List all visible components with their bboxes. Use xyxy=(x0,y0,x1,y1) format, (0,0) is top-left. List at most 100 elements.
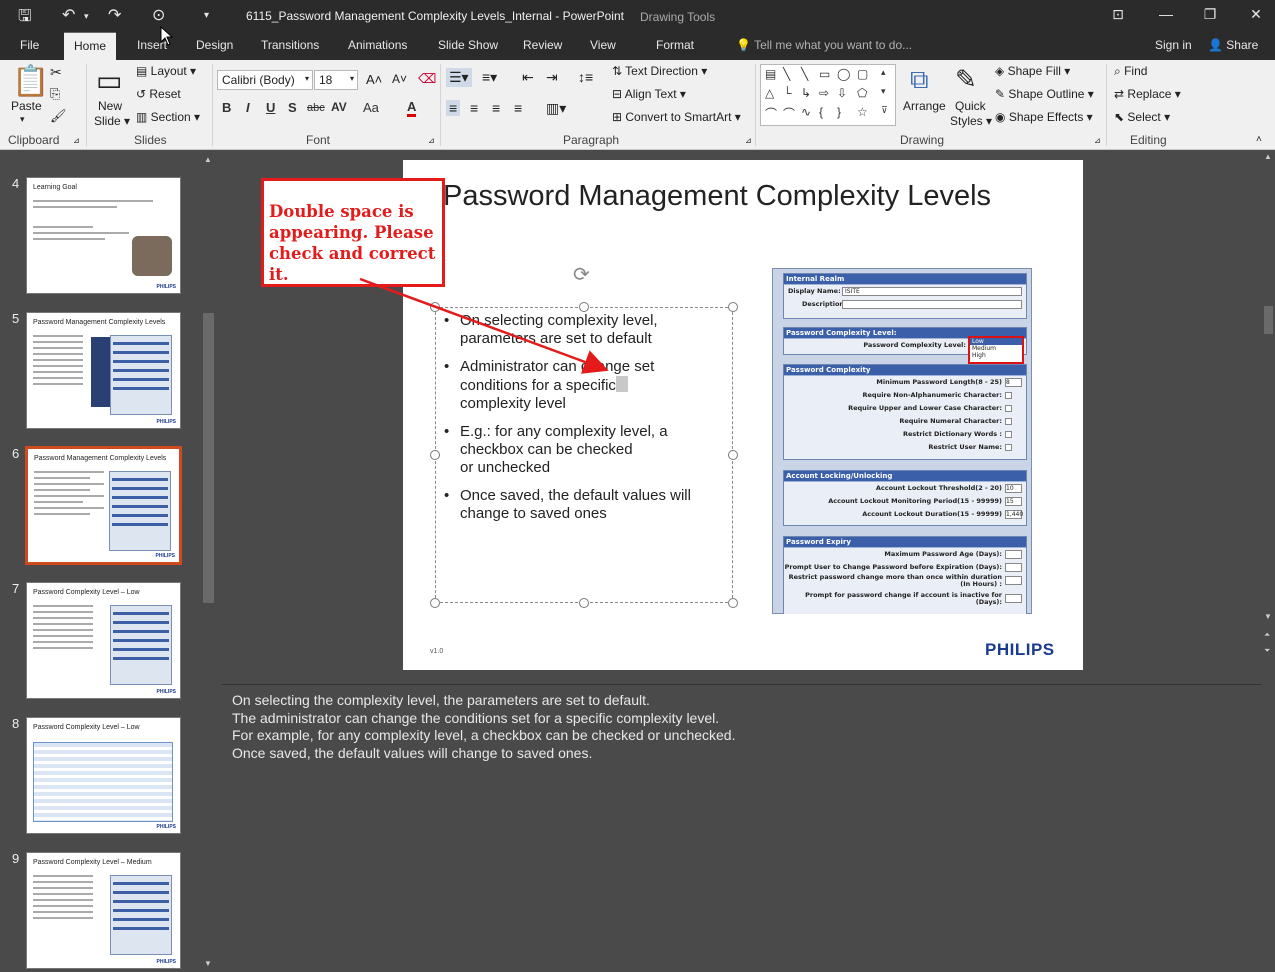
character-spacing-button[interactable]: AV xyxy=(331,100,347,114)
restore-icon[interactable]: ❐ xyxy=(1200,6,1220,23)
slide-scrollbar[interactable]: ▲ ▼ ⏶ ⏷ xyxy=(1262,150,1275,972)
convert-smartart-button[interactable]: ⊞ Convert to SmartArt ▾ xyxy=(612,110,741,124)
layout-button[interactable]: ▤ Layout ▾ xyxy=(136,64,196,78)
scroll-up-icon[interactable]: ▲ xyxy=(204,155,212,164)
undo-icon[interactable]: ↶ xyxy=(62,5,75,25)
increase-indent-icon[interactable]: ⇥ xyxy=(546,69,558,86)
arc-shape-icon[interactable]: ⌒ xyxy=(783,105,795,122)
slide-thumbnail-9[interactable]: Password Complexity Level – Medium PHILI… xyxy=(26,852,181,969)
font-color-button[interactable]: A xyxy=(407,100,417,117)
bold-button[interactable]: B xyxy=(222,100,231,115)
minimize-icon[interactable]: — xyxy=(1156,6,1176,22)
resize-handle[interactable] xyxy=(728,598,738,608)
line-shape-icon[interactable]: ╲ xyxy=(801,67,808,81)
brace-shape-icon[interactable]: } xyxy=(837,105,841,119)
paste-icon[interactable]: 📋 xyxy=(12,64,49,99)
close-icon[interactable]: ✕ xyxy=(1246,6,1266,23)
resize-handle[interactable] xyxy=(430,302,440,312)
freeform-shape-icon[interactable]: ∿ xyxy=(801,105,811,119)
numbering-icon[interactable]: ≡▾ xyxy=(482,69,497,86)
previous-slide-icon[interactable]: ⏶ xyxy=(1264,630,1270,640)
redo-icon[interactable]: ↷ xyxy=(108,5,121,25)
align-right-icon[interactable]: ≡ xyxy=(492,100,500,116)
strikethrough-button[interactable]: abc xyxy=(307,102,325,114)
paragraph-launcher-icon[interactable]: ⊿ xyxy=(745,136,752,145)
scrollbar-thumb[interactable] xyxy=(1264,306,1273,334)
slide-thumbnail-5[interactable]: Password Management Complexity Levels PH… xyxy=(26,312,181,429)
rounded-rect-shape-icon[interactable]: ▢ xyxy=(857,67,868,81)
tab-view[interactable]: View xyxy=(590,38,616,52)
tab-review[interactable]: Review xyxy=(523,38,562,52)
decrease-indent-icon[interactable]: ⇤ xyxy=(522,69,534,86)
tell-me-search[interactable]: 💡 Tell me what you want to do... xyxy=(736,38,912,52)
ribbon-display-options-icon[interactable]: ⊡ xyxy=(1108,6,1128,23)
new-slide-button[interactable]: New xyxy=(98,99,122,113)
drawing-launcher-icon[interactable]: ⊿ xyxy=(1094,136,1101,145)
undo-dropdown-icon[interactable]: ▾ xyxy=(84,11,89,22)
quick-styles-dropdown[interactable]: Styles ▾ xyxy=(950,114,992,128)
tab-home[interactable]: Home xyxy=(64,32,117,60)
slide-thumbnail-7[interactable]: Password Complexity Level – Low PHILIPS xyxy=(26,582,181,699)
arrange-button[interactable]: Arrange xyxy=(903,99,946,113)
scrollbar-thumb[interactable] xyxy=(203,313,214,603)
scroll-up-icon[interactable]: ▲ xyxy=(1264,152,1272,161)
speaker-notes-pane[interactable]: On selecting the complexity level, the p… xyxy=(222,684,1275,972)
slide-thumbnail-8[interactable]: Password Complexity Level – Low PHILIPS xyxy=(26,717,181,834)
paste-button[interactable]: Paste xyxy=(11,99,42,113)
section-button[interactable]: ▥ Section ▾ xyxy=(136,110,200,124)
line-spacing-icon[interactable]: ↕≡ xyxy=(578,69,593,85)
align-center-icon[interactable]: ≡ xyxy=(470,100,478,116)
font-size-combo[interactable]: 18 ▾ xyxy=(314,70,358,90)
resize-handle[interactable] xyxy=(579,598,589,608)
shape-fill-button[interactable]: ◈ Shape Fill ▾ xyxy=(995,64,1070,78)
sign-in-link[interactable]: Sign in xyxy=(1155,38,1192,52)
tab-slideshow[interactable]: Slide Show xyxy=(438,38,498,52)
cut-icon[interactable]: ✂ xyxy=(50,64,62,81)
thumbnail-scrollbar[interactable]: ▲ ▼ xyxy=(201,153,216,972)
arrange-icon[interactable]: ⧉ xyxy=(910,64,929,96)
tab-design[interactable]: Design xyxy=(196,38,233,52)
font-name-combo[interactable]: Calibri (Body) ▾ xyxy=(217,70,313,90)
scroll-down-icon[interactable]: ▼ xyxy=(204,959,212,968)
elbow-connector-icon[interactable]: └ xyxy=(783,86,792,100)
resize-handle[interactable] xyxy=(728,302,738,312)
slide-thumbnail-4[interactable]: Learning Goal PHILIPS xyxy=(26,177,181,294)
curve-shape-icon[interactable]: ⌒ xyxy=(765,105,777,122)
save-icon[interactable]: 🖫 xyxy=(18,5,32,32)
tab-animations[interactable]: Animations xyxy=(348,38,407,52)
oval-shape-icon[interactable]: ◯ xyxy=(837,67,850,81)
underline-button[interactable]: U xyxy=(266,100,275,115)
reset-button[interactable]: ↺ Reset xyxy=(136,87,181,101)
line-shape-icon[interactable]: ╲ xyxy=(783,67,790,81)
tab-file[interactable]: File xyxy=(20,38,39,52)
copy-icon[interactable]: ⎘ xyxy=(50,86,60,102)
align-left-icon[interactable]: ≡ xyxy=(446,100,461,116)
review-comment-callout[interactable]: Double space is appearing. Please check … xyxy=(261,178,445,287)
shapes-gallery[interactable]: ▤ ╲ ╲ ▭ ◯ ▢ △ └ ↳ ⇨ ⇩ ⬠ ⌒ ⌒ ∿ { } ☆ ▴ ▾ … xyxy=(760,64,896,126)
gallery-more-icon[interactable]: ⊽ xyxy=(881,105,888,116)
rotate-handle-icon[interactable]: ⟳ xyxy=(573,262,590,287)
align-text-button[interactable]: ⊟ Align Text ▾ xyxy=(612,87,686,101)
replace-button[interactable]: ⇄ Replace ▾ xyxy=(1114,87,1181,101)
resize-handle[interactable] xyxy=(728,450,738,460)
bullet-textbox[interactable]: On selecting complexity level,parameters… xyxy=(430,302,738,608)
clipboard-launcher-icon[interactable]: ⊿ xyxy=(73,136,80,145)
justify-icon[interactable]: ≡ xyxy=(514,100,522,116)
shadow-button[interactable]: S xyxy=(288,100,297,115)
select-button[interactable]: ⬉ Select ▾ xyxy=(1114,110,1170,124)
quick-styles-button[interactable]: Quick xyxy=(955,99,986,113)
down-arrow-shape-icon[interactable]: ⇩ xyxy=(837,86,847,100)
bullets-icon[interactable]: ☰▾ xyxy=(446,68,472,87)
gallery-down-icon[interactable]: ▾ xyxy=(881,86,886,97)
paste-dropdown-icon[interactable]: ▾ xyxy=(20,114,25,125)
bullet-item[interactable]: E.g.: for any complexity level, acheckbo… xyxy=(444,423,722,477)
change-case-button[interactable]: Aa xyxy=(363,100,379,115)
find-button[interactable]: ⌕ Find xyxy=(1114,64,1147,79)
format-painter-icon[interactable]: 🖌 xyxy=(50,108,67,124)
slide-title[interactable]: Password Management Complexity Levels xyxy=(443,180,991,213)
elbow-arrow-icon[interactable]: ↳ xyxy=(801,86,811,100)
bullet-item[interactable]: On selecting complexity level,parameters… xyxy=(444,312,722,348)
brace-shape-icon[interactable]: { xyxy=(819,105,823,119)
shape-outline-button[interactable]: ✎ Shape Outline ▾ xyxy=(995,87,1094,101)
italic-button[interactable]: I xyxy=(246,100,250,115)
